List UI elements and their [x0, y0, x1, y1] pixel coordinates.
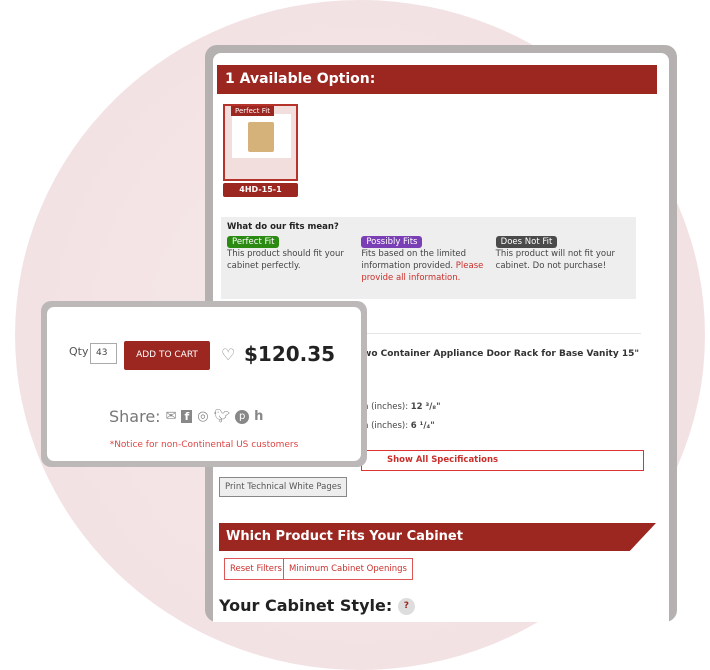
- fit-perfect: Perfect Fit This product should fit your …: [227, 236, 361, 284]
- possibly-fits-badge: Possibly Fits: [361, 236, 423, 248]
- houzz-icon[interactable]: h: [254, 409, 263, 424]
- fits-legend: What do our fits mean? Perfect Fit This p…: [221, 217, 636, 299]
- reset-filters-button[interactable]: Reset Filters: [224, 558, 288, 580]
- possibly-fits-text: Fits based on the limited information pr…: [361, 249, 467, 271]
- add-to-cart-button[interactable]: ADD TO CART: [124, 341, 210, 370]
- facebook-icon[interactable]: f: [181, 410, 193, 423]
- share-row: Share: ✉ f ◎ 🐦︎ p h: [109, 407, 263, 426]
- minimum-openings-button[interactable]: Minimum Cabinet Openings: [283, 558, 413, 580]
- print-white-pages-button[interactable]: Print Technical White Pages: [219, 477, 348, 497]
- spec-depth: h (inches): 6 ¹/₄": [363, 421, 435, 431]
- help-icon[interactable]: ?: [397, 598, 415, 615]
- fit-possible: Possibly Fits Fits based on the limited i…: [361, 236, 495, 284]
- perfect-fit-badge: Perfect Fit: [227, 236, 280, 248]
- fit-tag: Perfect Fit: [231, 106, 274, 116]
- qty-input[interactable]: 43: [90, 343, 117, 364]
- does-not-fit-badge: Does Not Fit: [495, 236, 558, 248]
- fit-section-heading: Which Product Fits Your Cabinet: [219, 523, 656, 551]
- email-icon[interactable]: ✉: [166, 409, 177, 424]
- shipping-notice-link[interactable]: *Notice for non-Continental US customers: [47, 440, 361, 450]
- available-options-heading: 1 Available Option:: [217, 65, 657, 94]
- pinterest-icon[interactable]: p: [235, 409, 250, 424]
- cart-card: Qty 43 ADD TO CART ♡ $120.35 Share: ✉ f …: [41, 301, 367, 467]
- option-sku[interactable]: 4HD-15-1: [223, 183, 298, 197]
- cabinet-style-heading: Your Cabinet Style: ?: [219, 596, 415, 615]
- wishlist-heart-icon[interactable]: ♡: [221, 345, 235, 364]
- show-all-specifications-button[interactable]: Show All Specifications: [361, 450, 644, 471]
- twitter-icon[interactable]: 🐦︎: [214, 409, 231, 424]
- price: $120.35: [244, 342, 336, 366]
- spec-height: h (inches): 12 ³/₈": [363, 402, 441, 412]
- instagram-icon[interactable]: ◎: [197, 409, 208, 424]
- fits-heading: What do our fits mean?: [227, 222, 339, 232]
- option-thumbnail[interactable]: Perfect Fit: [223, 104, 298, 181]
- qty-label: Qty: [69, 345, 89, 358]
- fit-none: Does Not Fit This product will not fit yo…: [495, 236, 630, 284]
- does-not-fit-text: This product will not fit your cabinet. …: [495, 249, 615, 271]
- perfect-fit-text: This product should fit your cabinet per…: [227, 249, 344, 271]
- product-title: wo Container Appliance Door Rack for Bas…: [363, 349, 640, 359]
- product-image: [232, 114, 291, 158]
- share-label: Share:: [109, 407, 161, 426]
